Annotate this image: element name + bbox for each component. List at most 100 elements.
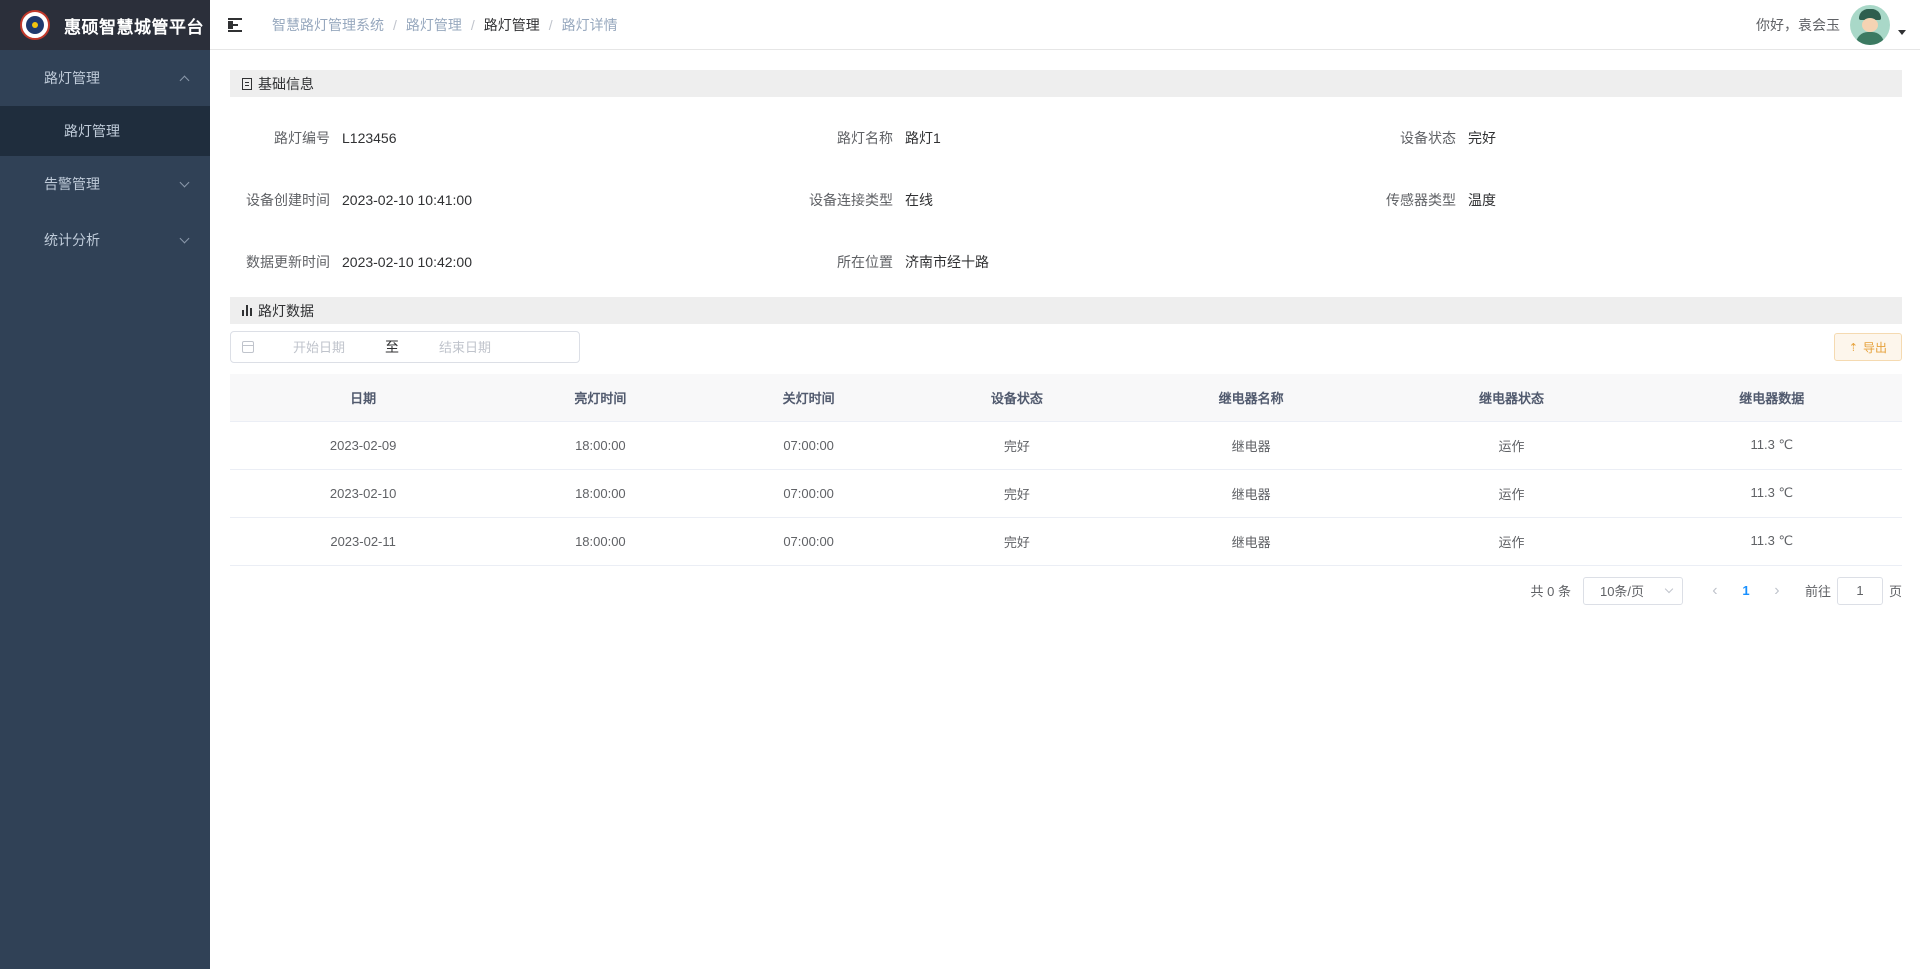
sidebar-item-streetlight[interactable]: 路灯管理 xyxy=(0,50,210,106)
page-size-value: 10条/页 xyxy=(1599,584,1645,599)
info-label: 设备创建时间 xyxy=(246,192,330,208)
table-cell: 继电器 xyxy=(1121,421,1382,470)
info-value: L123456 xyxy=(342,130,397,146)
table-cell: 继电器 xyxy=(1121,517,1382,566)
sidebar-item-alarm[interactable]: 告警管理 xyxy=(0,156,210,212)
table-header-row: 日期 亮灯时间 关灯时间 设备状态 继电器名称 继电器状态 继电器数据 xyxy=(230,374,1902,422)
info-field-sensor-type: 传感器类型 温度 xyxy=(1356,169,1902,231)
breadcrumb-separator: / xyxy=(548,16,553,33)
table-cell: 2023-02-09 xyxy=(230,421,497,470)
end-date-input[interactable] xyxy=(400,339,530,355)
user-menu[interactable]: 你好，袁会玉 xyxy=(1756,0,1906,50)
chevron-up-icon xyxy=(179,75,190,85)
sidebar-menu: 路灯管理 路灯管理 告警管理 统计分析 xyxy=(0,50,210,268)
table-cell: 完好 xyxy=(912,517,1121,566)
logo-bar: 惠硕智慧城管平台 xyxy=(0,0,210,50)
info-label: 传感器类型 xyxy=(1386,192,1456,208)
page-number-current[interactable]: 1 xyxy=(1727,583,1765,598)
info-value: 2023-02-10 10:42:00 xyxy=(342,254,472,270)
pagination-total: 共 0 条 xyxy=(1530,584,1571,599)
section-title: 路灯数据 xyxy=(258,302,314,319)
column-header: 关灯时间 xyxy=(704,374,913,422)
emblem-icon xyxy=(20,10,50,40)
info-field-updated-time: 数据更新时间 2023-02-10 10:42:00 xyxy=(230,231,793,293)
chevron-down-icon xyxy=(1664,584,1674,594)
table-cell: 2023-02-10 xyxy=(230,469,497,518)
pagination: 共 0 条 10条/页 ‹ 1 › 前往 页 xyxy=(230,566,1902,616)
export-button[interactable]: ⇡ 导出 xyxy=(1833,333,1902,361)
sidebar-item-label: 统计分析 xyxy=(44,232,100,248)
start-date-input[interactable] xyxy=(254,339,384,355)
info-value: 完好 xyxy=(1468,130,1496,146)
column-header: 继电器数据 xyxy=(1641,374,1902,422)
section-header-basic-info: 基础信息 xyxy=(230,70,1902,97)
breadcrumb-item[interactable]: 智慧路灯管理系统 xyxy=(272,15,384,35)
table-cell: 07:00:00 xyxy=(704,517,913,566)
sidebar: 惠硕智慧城管平台 路灯管理 路灯管理 告警管理 统计分析 xyxy=(0,0,210,969)
breadcrumb-item[interactable]: 路灯管理 xyxy=(406,15,462,35)
avatar[interactable] xyxy=(1850,5,1890,45)
sidebar-item-label: 告警管理 xyxy=(44,176,100,192)
breadcrumb-separator: / xyxy=(470,16,475,33)
table-cell: 完好 xyxy=(912,421,1121,470)
table-cell: 继电器 xyxy=(1121,469,1382,518)
info-label: 路灯编号 xyxy=(274,130,330,146)
calendar-icon xyxy=(242,341,254,353)
info-field-device-status: 设备状态 完好 xyxy=(1356,107,1902,169)
basic-info-grid: 路灯编号 L123456 路灯名称 路灯1 设备状态 完好 设备创建时间 202… xyxy=(230,97,1902,293)
goto-suffix: 页 xyxy=(1888,584,1902,599)
breadcrumb-item-current: 路灯详情 xyxy=(561,16,618,33)
menu-toggle-icon[interactable] xyxy=(228,17,248,33)
page-size-select[interactable]: 10条/页 xyxy=(1582,576,1683,605)
table-cell: 07:00:00 xyxy=(704,421,913,470)
sidebar-subitem-label: 路灯管理 xyxy=(64,123,120,139)
goto-label: 前往 xyxy=(1804,584,1831,599)
data-toolbar: 至 ⇡ 导出 xyxy=(230,324,1902,370)
info-field-location: 所在位置 济南市经十路 xyxy=(793,231,1356,293)
prev-page-button[interactable]: ‹ xyxy=(1703,582,1727,600)
table-cell: 2023-02-11 xyxy=(230,517,497,566)
info-value: 路灯1 xyxy=(905,130,941,146)
info-value: 温度 xyxy=(1468,192,1496,208)
date-range-separator: 至 xyxy=(385,339,399,355)
table-cell: 完好 xyxy=(912,469,1121,518)
table-cell: 运作 xyxy=(1381,421,1642,470)
column-header: 日期 xyxy=(230,374,497,422)
table-cell: 18:00:00 xyxy=(496,517,705,566)
goto-page-input[interactable] xyxy=(1836,576,1883,605)
table-cell: 运作 xyxy=(1381,469,1642,518)
section-title: 基础信息 xyxy=(258,75,314,92)
light-data-table: 日期 亮灯时间 关灯时间 设备状态 继电器名称 继电器状态 继电器数据 2023… xyxy=(230,374,1902,566)
breadcrumb-item[interactable]: 路灯管理 xyxy=(484,15,540,35)
section-header-light-data: 路灯数据 xyxy=(230,297,1902,324)
table-cell: 运作 xyxy=(1381,517,1642,566)
sidebar-item-statistics[interactable]: 统计分析 xyxy=(0,212,210,268)
chevron-down-icon xyxy=(179,177,190,187)
upload-icon: ⇡ xyxy=(1848,341,1858,354)
table-row: 2023-02-11 18:00:00 07:00:00 完好 继电器 运作 1… xyxy=(230,517,1902,566)
chevron-down-icon xyxy=(179,233,190,243)
caret-down-icon[interactable] xyxy=(1898,29,1906,35)
table-row: 2023-02-10 18:00:00 07:00:00 完好 继电器 运作 1… xyxy=(230,469,1902,518)
breadcrumb-separator: / xyxy=(393,16,397,33)
main-content: 基础信息 路灯编号 L123456 路灯名称 路灯1 设备状态 完好 设备创建时… xyxy=(230,50,1902,616)
column-header: 设备状态 xyxy=(912,374,1121,422)
sidebar-subitem-streetlight[interactable]: 路灯管理 xyxy=(0,106,210,156)
column-header: 继电器状态 xyxy=(1381,374,1642,422)
next-page-button[interactable]: › xyxy=(1765,582,1789,600)
sidebar-item-label: 路灯管理 xyxy=(44,70,100,86)
table-cell: 11.3 ℃ xyxy=(1641,517,1902,566)
info-field-created-time: 设备创建时间 2023-02-10 10:41:00 xyxy=(230,169,793,231)
info-value: 2023-02-10 10:41:00 xyxy=(342,192,472,208)
table-cell: 18:00:00 xyxy=(496,469,705,518)
app-title: 惠硕智慧城管平台 xyxy=(64,17,204,37)
table-cell: 18:00:00 xyxy=(496,421,705,470)
info-field-light-id: 路灯编号 L123456 xyxy=(230,107,793,169)
date-range-picker[interactable]: 至 xyxy=(230,331,580,363)
table-cell: 11.3 ℃ xyxy=(1641,469,1902,518)
document-icon xyxy=(242,77,252,90)
info-field-light-name: 路灯名称 路灯1 xyxy=(793,107,1356,169)
info-field-connection-type: 设备连接类型 在线 xyxy=(793,169,1356,231)
info-label: 路灯名称 xyxy=(837,130,893,146)
column-header: 亮灯时间 xyxy=(496,374,705,422)
